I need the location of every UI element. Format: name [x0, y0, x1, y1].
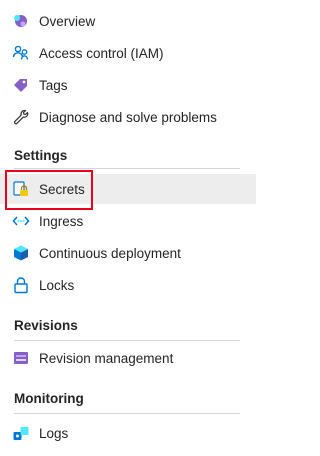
nav-item-label: Secrets [39, 181, 85, 197]
nav-item-label: Ingress [39, 213, 84, 229]
section-divider [14, 413, 240, 414]
logs-icon [12, 424, 30, 442]
nav-item-secrets[interactable]: Secrets [0, 174, 256, 204]
nav-item-overview[interactable]: Overview [0, 6, 256, 36]
nav-item-revision-management[interactable]: Revision management [0, 343, 256, 373]
tag-icon [12, 76, 30, 94]
nav-item-label: Logs [39, 425, 69, 441]
nav-item-continuous-deployment[interactable]: Continuous deployment [0, 238, 256, 268]
nav-item-locks[interactable]: Locks [0, 270, 256, 300]
nav-item-label: Continuous deployment [39, 245, 181, 261]
lock-icon [12, 276, 30, 294]
nav-item-label: Locks [39, 277, 75, 293]
nav-item-label: Diagnose and solve problems [39, 109, 217, 125]
people-icon [12, 44, 30, 62]
section-divider [14, 340, 240, 341]
nav-item-label: Revision management [39, 350, 174, 366]
section-settings-title: Settings [14, 148, 68, 163]
secrets-icon [12, 180, 30, 198]
section-monitoring-title: Monitoring [14, 391, 84, 406]
revision-icon [12, 349, 30, 367]
nav-item-tags[interactable]: Tags [0, 70, 256, 100]
nav-item-label: Access control (IAM) [39, 45, 164, 61]
nav-item-ingress[interactable]: Ingress [0, 206, 256, 236]
nav-item-label: Overview [39, 13, 96, 29]
nav-item-access-control[interactable]: Access control (IAM) [0, 38, 256, 68]
ingress-icon [12, 212, 30, 230]
nav-item-logs[interactable]: Logs [0, 418, 256, 448]
wrench-icon [12, 108, 30, 126]
nav-item-diagnose[interactable]: Diagnose and solve problems [0, 102, 256, 132]
overview-icon [12, 12, 30, 30]
nav-item-label: Tags [39, 77, 68, 93]
cube-icon [12, 244, 30, 262]
section-revisions-title: Revisions [14, 318, 78, 333]
section-divider [14, 168, 240, 169]
